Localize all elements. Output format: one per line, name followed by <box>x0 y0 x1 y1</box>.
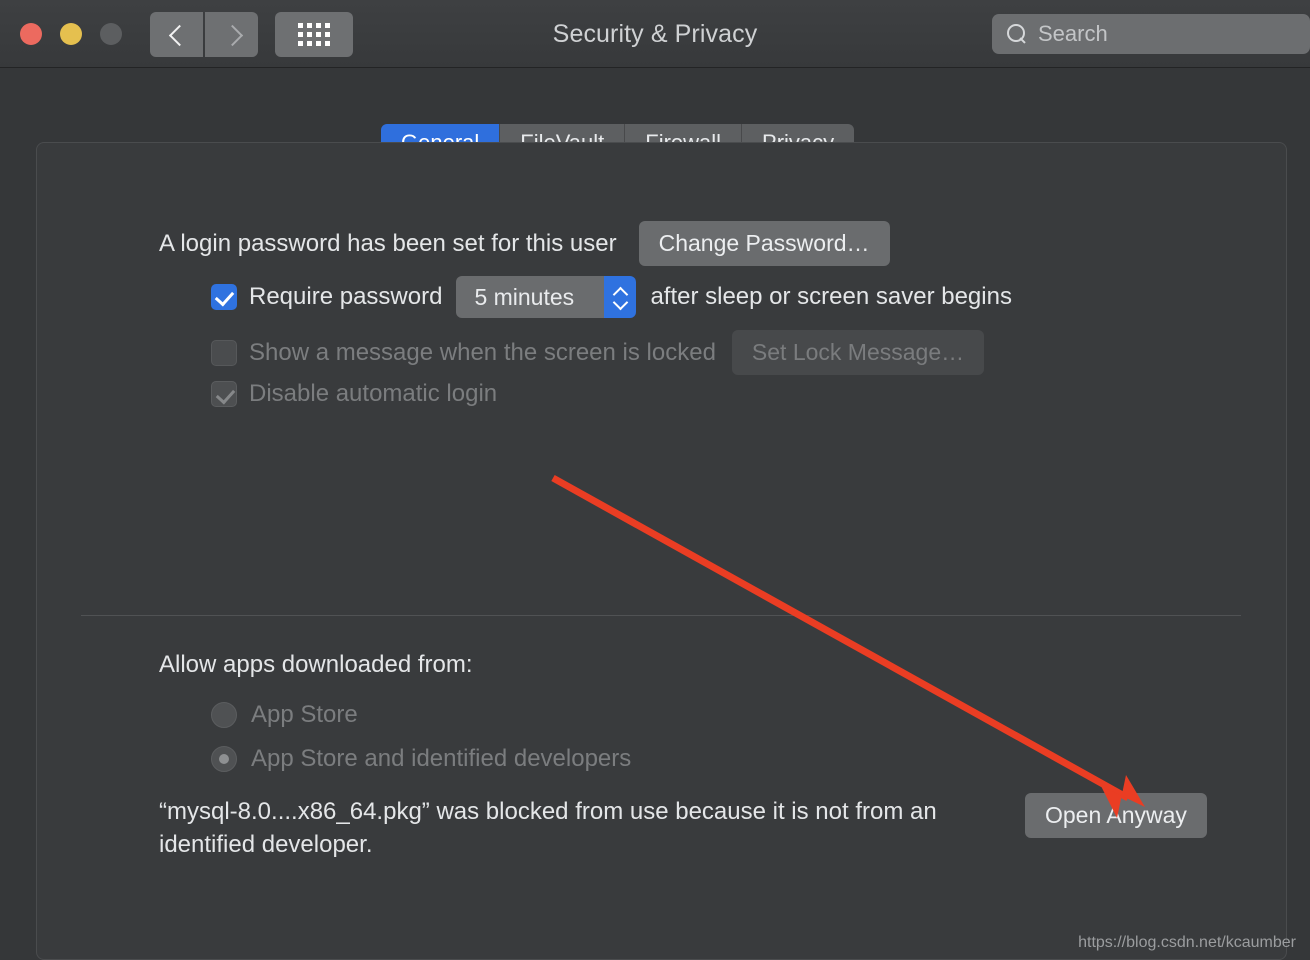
chevron-up-icon <box>614 288 626 295</box>
search-field[interactable]: Search <box>992 14 1310 54</box>
lock-message-row: Show a message when the screen is locked… <box>211 330 985 375</box>
show-lock-message-label: Show a message when the screen is locked <box>249 338 716 366</box>
require-password-label: Require password <box>249 283 443 310</box>
change-password-button[interactable]: Change Password… <box>638 221 890 266</box>
app-store-radio <box>211 702 237 728</box>
identified-developers-radio <box>211 746 237 772</box>
allow-apps-heading-row: Allow apps downloaded from: <box>159 651 473 679</box>
security-privacy-window: Security & Privacy Search General FileVa… <box>0 0 1310 960</box>
radio-row-identified-developers: App Store and identified developers <box>211 745 631 773</box>
set-lock-message-button: Set Lock Message… <box>731 330 985 375</box>
require-password-delay-value: 5 minutes <box>456 276 605 318</box>
identified-developers-label: App Store and identified developers <box>251 745 632 772</box>
chevron-down-icon <box>614 300 626 307</box>
show-lock-message-checkbox <box>211 339 237 366</box>
login-password-label: A login password has been set for this u… <box>159 229 617 257</box>
search-placeholder: Search <box>1038 21 1108 46</box>
window-titlebar: Security & Privacy Search <box>0 0 1310 68</box>
watermark-text: https://blog.csdn.net/kcaumber <box>1078 934 1296 951</box>
allow-apps-heading: Allow apps downloaded from: <box>159 651 473 678</box>
require-password-delay-popup[interactable]: 5 minutes <box>456 276 637 318</box>
require-password-checkbox[interactable] <box>211 284 237 310</box>
app-store-label: App Store <box>251 701 358 728</box>
require-password-suffix: after sleep or screen saver begins <box>650 283 1012 310</box>
open-anyway-button[interactable]: Open Anyway <box>1025 793 1207 838</box>
require-password-row: Require password 5 minutes after sleep o… <box>211 276 1012 318</box>
search-icon <box>1006 23 1028 45</box>
section-divider <box>81 615 1241 616</box>
delay-stepper[interactable] <box>604 276 637 318</box>
general-settings-panel: A login password has been set for this u… <box>36 142 1287 960</box>
login-password-row: A login password has been set for this u… <box>159 221 890 266</box>
disable-auto-login-label: Disable automatic login <box>249 380 498 407</box>
blocked-app-message: “mysql-8.0....x86_64.pkg” was blocked fr… <box>159 798 937 858</box>
disable-auto-login-checkbox <box>211 381 237 407</box>
disable-auto-login-row: Disable automatic login <box>211 380 497 408</box>
radio-row-app-store: App Store <box>211 701 358 729</box>
